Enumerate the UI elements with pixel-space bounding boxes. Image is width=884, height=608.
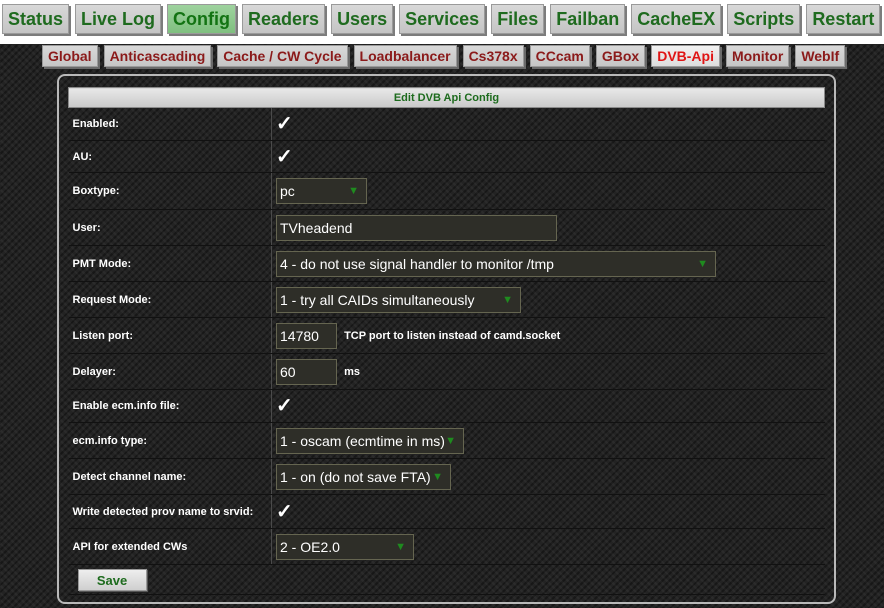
subtab-global[interactable]: Global [42, 45, 98, 67]
sub-nav: Global Anticascading Cache / CW Cycle Lo… [42, 45, 846, 67]
listen-port-label: Listen port: [68, 317, 272, 354]
subtab-gbox[interactable]: GBox [595, 45, 646, 67]
row-boxtype: Boxtype: pc ▼ [68, 172, 825, 210]
row-au: AU: ✓ [68, 140, 825, 173]
delayer-unit: ms [344, 365, 360, 378]
api-extended-value: 2 - OE2.0 [280, 538, 340, 555]
subtab-webif[interactable]: WebIf [795, 45, 846, 67]
au-label: AU: [68, 140, 272, 173]
write-prov-label: Write detected prov name to srvid: [68, 494, 272, 529]
row-listen-port: Listen port: 14780 TCP port to listen in… [68, 317, 825, 354]
subtab-dvb-api[interactable]: DVB-Api [651, 45, 720, 67]
row-detect-channel: Detect channel name: 1 - on (do not save… [68, 458, 825, 495]
checkmark-icon[interactable]: ✓ [276, 396, 296, 416]
tab-scripts[interactable]: Scripts [727, 4, 801, 34]
pmt-mode-select[interactable]: 4 - do not use signal handler to monitor… [276, 250, 716, 277]
row-save: Save [68, 564, 825, 595]
ecm-info-file-label: Enable ecm.info file: [68, 389, 272, 423]
subtab-cccam[interactable]: CCcam [529, 45, 590, 67]
tab-status[interactable]: Status [2, 4, 70, 34]
enabled-label: Enabled: [68, 107, 272, 141]
tab-cacheex[interactable]: CacheEX [631, 4, 722, 34]
subtab-cache-cw-cycle[interactable]: Cache / CW Cycle [217, 45, 348, 67]
delayer-input[interactable]: 60 [276, 358, 337, 385]
listen-port-hint: TCP port to listen instead of camd.socke… [344, 329, 561, 342]
delayer-label: Delayer: [68, 353, 272, 390]
tab-config[interactable]: Config [167, 4, 237, 34]
request-mode-label: Request Mode: [68, 281, 272, 318]
subtab-loadbalancer[interactable]: Loadbalancer [353, 45, 457, 67]
chevron-down-icon: ▼ [445, 434, 456, 447]
row-user: User: TVheadend [68, 209, 825, 246]
ecm-info-type-value: 1 - oscam (ecmtime in ms) [280, 432, 445, 449]
main-nav: Status Live Log Config Readers Users Ser… [2, 4, 881, 34]
checkmark-icon[interactable]: ✓ [276, 147, 296, 167]
pmt-mode-value: 4 - do not use signal handler to monitor… [280, 255, 554, 272]
ecm-info-type-label: ecm.info type: [68, 422, 272, 459]
ecm-info-type-select[interactable]: 1 - oscam (ecmtime in ms) ▼ [276, 427, 464, 454]
row-enabled: Enabled: ✓ [68, 107, 825, 141]
chevron-down-icon: ▼ [697, 257, 708, 270]
tab-readers[interactable]: Readers [242, 4, 326, 34]
request-mode-select[interactable]: 1 - try all CAIDs simultaneously ▼ [276, 286, 521, 313]
config-panel: Edit DVB Api Config Enabled: ✓ AU: ✓ Box… [57, 74, 836, 604]
detect-channel-value: 1 - on (do not save FTA) [280, 468, 431, 485]
dvbapi-config-table: Edit DVB Api Config Enabled: ✓ AU: ✓ Box… [68, 87, 825, 595]
chevron-down-icon: ▼ [502, 293, 513, 306]
api-extended-select[interactable]: 2 - OE2.0 ▼ [276, 533, 414, 560]
boxtype-label: Boxtype: [68, 172, 272, 210]
checkmark-icon[interactable]: ✓ [276, 502, 296, 522]
listen-port-input[interactable]: 14780 [276, 322, 337, 349]
checkmark-icon[interactable]: ✓ [276, 114, 296, 134]
tab-services[interactable]: Services [399, 4, 486, 34]
user-input[interactable]: TVheadend [276, 214, 557, 241]
tab-failban[interactable]: Failban [550, 4, 626, 34]
detect-channel-select[interactable]: 1 - on (do not save FTA) ▼ [276, 463, 451, 490]
chevron-down-icon: ▼ [348, 185, 359, 197]
request-mode-value: 1 - try all CAIDs simultaneously [280, 291, 475, 308]
row-api-extended: API for extended CWs 2 - OE2.0 ▼ [68, 528, 825, 565]
subtab-anticascading[interactable]: Anticascading [103, 45, 212, 67]
tab-live-log[interactable]: Live Log [75, 4, 162, 34]
subtab-cs378x[interactable]: Cs378x [462, 45, 524, 67]
row-ecm-info-file: Enable ecm.info file: ✓ [68, 389, 825, 423]
chevron-down-icon: ▼ [432, 470, 443, 483]
row-delayer: Delayer: 60 ms [68, 353, 825, 390]
boxtype-value: pc [280, 183, 295, 199]
form-title: Edit DVB Api Config [68, 87, 825, 108]
pmt-mode-label: PMT Mode: [68, 245, 272, 282]
row-pmt-mode: PMT Mode: 4 - do not use signal handler … [68, 245, 825, 282]
row-write-prov: Write detected prov name to srvid: ✓ [68, 494, 825, 529]
boxtype-select[interactable]: pc ▼ [276, 178, 367, 204]
tab-users[interactable]: Users [331, 4, 394, 34]
user-label: User: [68, 209, 272, 246]
api-extended-label: API for extended CWs [68, 528, 272, 565]
tab-files[interactable]: Files [491, 4, 545, 34]
subtab-monitor[interactable]: Monitor [725, 45, 790, 67]
detect-channel-label: Detect channel name: [68, 458, 272, 495]
tab-restart[interactable]: Restart [806, 4, 881, 34]
chevron-down-icon: ▼ [395, 540, 406, 553]
row-ecm-info-type: ecm.info type: 1 - oscam (ecmtime in ms)… [68, 422, 825, 459]
save-button[interactable]: Save [77, 568, 147, 591]
row-request-mode: Request Mode: 1 - try all CAIDs simultan… [68, 281, 825, 318]
